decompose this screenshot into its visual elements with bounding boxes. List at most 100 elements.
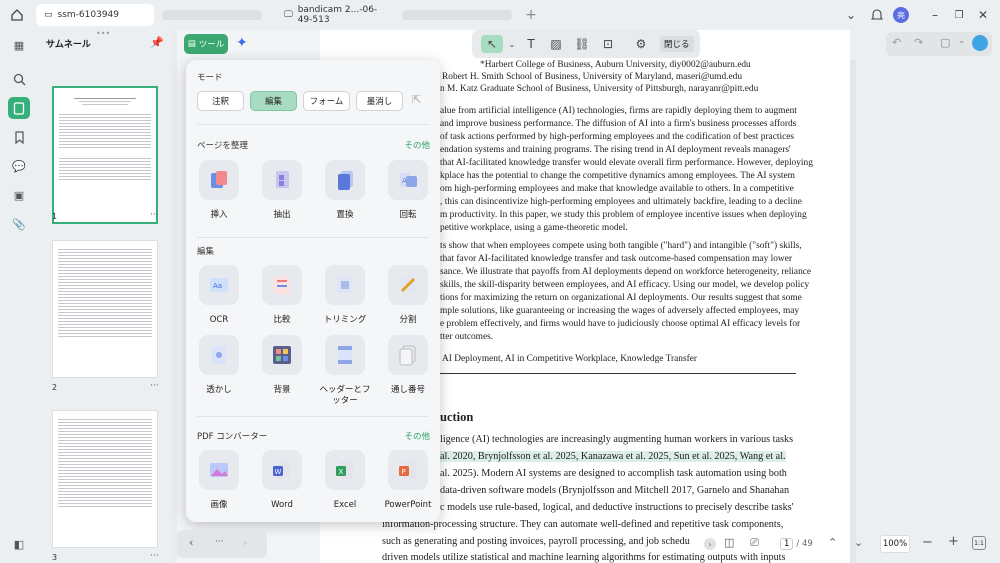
- pin-icon[interactable]: 📌: [150, 36, 164, 49]
- chevron-down-icon[interactable]: ⌄: [503, 35, 521, 53]
- powerpoint-label: PowerPoint: [384, 500, 432, 510]
- page-thumbnail-2[interactable]: [52, 240, 158, 378]
- more-icon[interactable]: ···: [215, 537, 224, 547]
- compare-tool[interactable]: 比較: [254, 265, 310, 326]
- document-icon: ▭: [44, 10, 53, 20]
- save-icon[interactable]: ▢: [940, 36, 950, 49]
- tab-document-1[interactable]: ▭ ssm-6103949: [36, 4, 154, 26]
- convert-image-tool[interactable]: 画像: [191, 450, 247, 511]
- undo-icon[interactable]: ↶: [892, 36, 901, 49]
- attachment-icon[interactable]: 📎: [8, 213, 30, 235]
- insert-tool[interactable]: 挿入: [191, 160, 247, 221]
- watermark-tool-icon[interactable]: ⊡: [599, 35, 617, 53]
- chevron-down-icon[interactable]: ⌄: [842, 6, 860, 24]
- settings-tool-icon[interactable]: ⚙: [632, 35, 650, 53]
- scrollbar-track[interactable]: [850, 60, 856, 563]
- bates-number-tool[interactable]: 通し番号: [380, 335, 436, 396]
- chevron-left-icon[interactable]: ‹: [189, 536, 193, 549]
- ai-sparkle-icon[interactable]: ✦: [236, 35, 248, 51]
- more-icon[interactable]: ···: [150, 381, 159, 391]
- new-tab-icon[interactable]: +: [522, 6, 540, 24]
- crop-tool[interactable]: トリミング: [317, 265, 373, 326]
- blurred-tab: [162, 10, 262, 20]
- mode-label: モード: [197, 73, 223, 83]
- zoom-in-icon[interactable]: +: [948, 534, 959, 549]
- mode-form-button[interactable]: フォーム: [303, 91, 350, 111]
- page-thumbnail-3[interactable]: [52, 410, 158, 548]
- convert-powerpoint-tool[interactable]: P PowerPoint: [380, 450, 436, 511]
- insert-icon: [199, 160, 239, 200]
- grid-icon[interactable]: ▦: [8, 34, 30, 56]
- chevron-right-icon[interactable]: ›: [243, 536, 247, 549]
- zoom-value: 100%: [882, 539, 908, 549]
- search-icon[interactable]: [8, 68, 30, 90]
- avatar[interactable]: 亮: [893, 7, 909, 23]
- replace-tool[interactable]: 置換: [317, 160, 373, 221]
- divider: [197, 124, 429, 125]
- mode-edit-button[interactable]: 編集: [250, 91, 297, 111]
- extract-tool[interactable]: 抽出: [254, 160, 310, 221]
- organize-more-link[interactable]: その他: [404, 139, 430, 151]
- abstract-line: m productivity. In this paper, we study …: [440, 210, 807, 220]
- text-tool-icon[interactable]: T: [522, 35, 540, 53]
- more-icon[interactable]: ···: [150, 551, 159, 561]
- close-window-icon[interactable]: ✕: [974, 6, 992, 24]
- watermark-tool[interactable]: 透かし: [191, 335, 247, 396]
- powerpoint-icon: P: [388, 450, 428, 490]
- home-icon[interactable]: [8, 6, 26, 24]
- tool-button-label: ツール: [198, 40, 225, 50]
- chevron-down-icon[interactable]: ⌄: [854, 536, 863, 549]
- more-icon[interactable]: ···: [150, 210, 159, 220]
- image-tool-icon[interactable]: ▨: [547, 35, 565, 53]
- select-tool-icon[interactable]: ↖: [481, 35, 503, 53]
- chevron-up-icon[interactable]: ⌃: [828, 536, 837, 549]
- background-tool[interactable]: 背景: [254, 335, 310, 396]
- expand-icon[interactable]: ›: [704, 538, 716, 550]
- bell-icon[interactable]: [868, 6, 886, 24]
- chevron-down-icon[interactable]: ⌄: [958, 36, 966, 46]
- comment-icon[interactable]: 💬: [8, 155, 30, 177]
- affiliation-line: Robert H. Smith School of Business, Univ…: [442, 72, 743, 82]
- header-footer-tool[interactable]: ヘッダーとフッター: [317, 335, 373, 407]
- svg-text:P: P: [402, 468, 406, 476]
- external-icon[interactable]: ⇱: [412, 93, 421, 106]
- redo-icon[interactable]: ↷: [914, 36, 923, 49]
- convert-more-link[interactable]: その他: [404, 430, 430, 442]
- link-tool-icon[interactable]: ⛓: [573, 35, 591, 53]
- bates-number-icon: [388, 335, 428, 375]
- panel-toggle-icon[interactable]: ◧: [8, 533, 30, 555]
- history-toolbar: ↶ ↷ ▢ ⌄: [886, 32, 992, 56]
- abstract-line: endation systems and training programs. …: [440, 145, 791, 155]
- drag-handle-icon[interactable]: •••: [96, 29, 110, 38]
- svg-text:W: W: [275, 468, 282, 476]
- ocr-tool[interactable]: Aa OCR: [191, 265, 247, 326]
- abstract-line: alue from artificial intelligence (AI) t…: [440, 106, 797, 116]
- zoom-out-icon[interactable]: −: [922, 535, 933, 550]
- mode-redact-button[interactable]: 墨消し: [356, 91, 403, 111]
- two-page-icon[interactable]: ◫: [724, 536, 734, 549]
- stamp-icon[interactable]: ▣: [8, 184, 30, 206]
- minimize-icon[interactable]: –: [926, 6, 944, 24]
- restore-icon[interactable]: ❐: [950, 6, 968, 24]
- ai-assistant-icon[interactable]: [972, 35, 988, 51]
- watermark-label: 透かし: [206, 385, 232, 395]
- rotate-tool[interactable]: A 回転: [380, 160, 436, 221]
- page-number: 3: [52, 553, 58, 562]
- presentation-icon[interactable]: ⎚: [750, 536, 759, 550]
- bookmark-icon[interactable]: [8, 126, 30, 148]
- tab-document-2[interactable]: 🖵 bandicam 2...-06-49-513: [276, 4, 394, 26]
- rotate-icon: A: [388, 160, 428, 200]
- page-input[interactable]: 1: [780, 538, 794, 550]
- tool-button[interactable]: ▤ ツール: [184, 34, 228, 54]
- fit-page-icon[interactable]: 1:1: [972, 536, 986, 550]
- split-tool[interactable]: 分割: [380, 265, 436, 326]
- page-thumbnail-1[interactable]: [52, 86, 158, 224]
- abstract-line: kplace has the potential to change the c…: [440, 171, 795, 181]
- close-button[interactable]: 閉じる: [660, 36, 694, 52]
- mode-annotate-button[interactable]: 注釈: [197, 91, 244, 111]
- convert-excel-tool[interactable]: X Excel: [317, 450, 373, 511]
- zoom-level[interactable]: 100%: [880, 535, 910, 553]
- convert-word-tool[interactable]: W Word: [254, 450, 310, 511]
- thumbnails-icon[interactable]: [8, 97, 30, 119]
- tab-label: ssm-6103949: [57, 10, 119, 20]
